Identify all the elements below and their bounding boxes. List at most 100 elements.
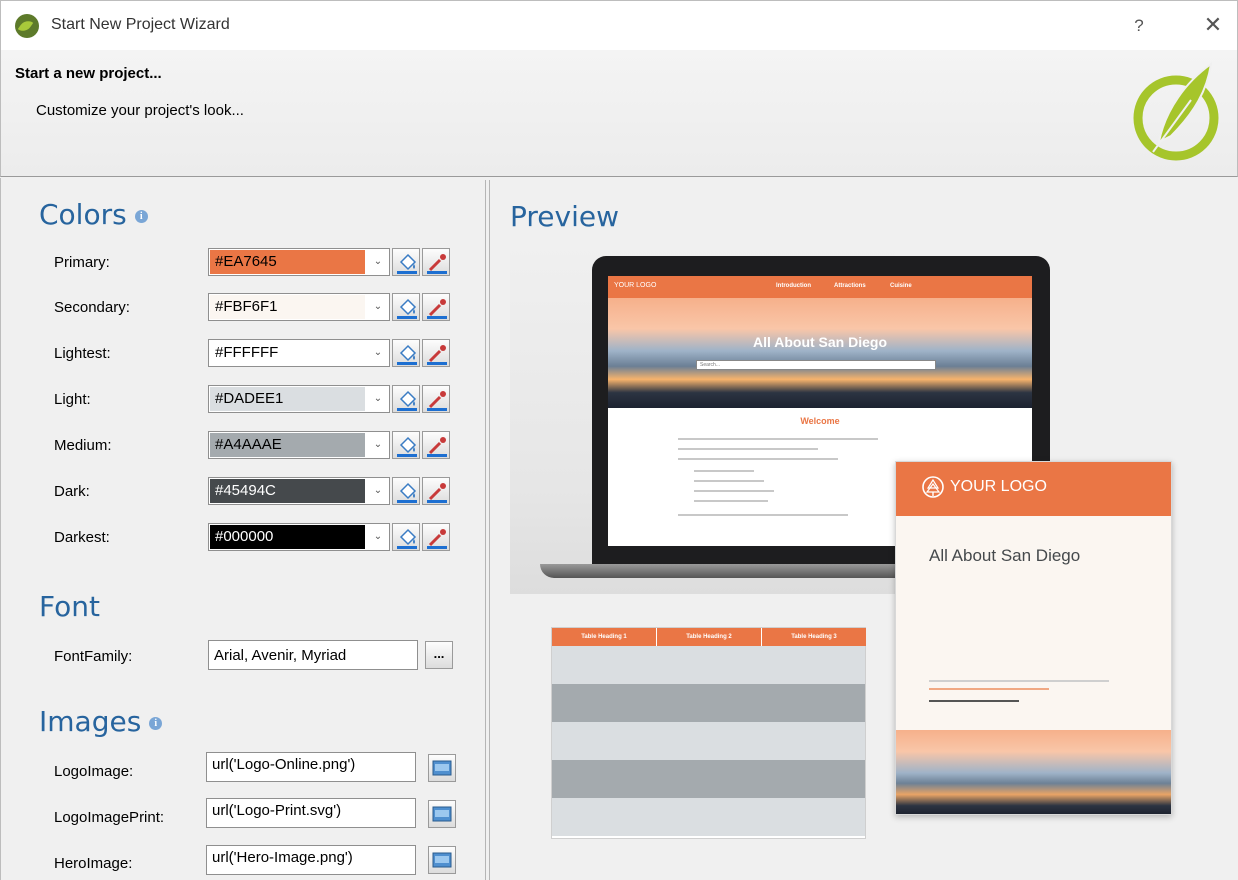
logo-image-print-input[interactable]: url('Logo-Print.svg') — [206, 798, 416, 828]
print-preview: YOUR LOGO All About San Diego — [895, 461, 1172, 815]
preview-nav-bar: YOUR LOGO Introduction Attractions Cuisi… — [608, 276, 1032, 298]
preview-hero-image: All About San Diego Search... — [608, 298, 1032, 408]
print-logo-text: YOUR LOGO — [950, 478, 1047, 496]
close-button[interactable]: ✕ — [1193, 11, 1233, 41]
fill-color-button[interactable] — [392, 293, 420, 321]
image-icon — [432, 806, 452, 822]
color-combobox[interactable]: #45494C ⌄ — [208, 477, 390, 505]
preview-hero-title: All About San Diego — [752, 334, 888, 350]
images-heading-text: Images — [39, 705, 142, 738]
color-label: Lightest: — [54, 345, 111, 362]
fill-color-button[interactable] — [392, 431, 420, 459]
color-value: #45494C — [215, 482, 276, 499]
image-icon — [432, 852, 452, 868]
color-value: #FBF6F1 — [215, 298, 278, 315]
info-icon[interactable]: i — [134, 209, 148, 223]
color-label: Primary: — [54, 254, 110, 271]
eyedropper-icon — [427, 254, 447, 274]
print-header-band: YOUR LOGO — [896, 462, 1171, 516]
color-label: Secondary: — [54, 299, 130, 316]
font-heading: Font — [39, 590, 100, 623]
eyedropper-icon — [427, 345, 447, 365]
eyedropper-icon — [427, 391, 447, 411]
colors-heading-text: Colors — [39, 198, 127, 231]
eyedropper-icon — [427, 529, 447, 549]
color-picker-button[interactable] — [422, 293, 450, 321]
browse-image-button[interactable] — [428, 800, 456, 828]
hero-image-input[interactable]: url('Hero-Image.png') — [206, 845, 416, 875]
color-value: #000000 — [215, 528, 274, 545]
chevron-down-icon[interactable]: ⌄ — [370, 438, 386, 452]
preview-heading: Preview — [510, 200, 619, 233]
color-combobox[interactable]: #FFFFFF ⌄ — [208, 339, 390, 367]
table-row — [552, 722, 865, 760]
font-browse-button[interactable]: ... — [425, 641, 453, 669]
preview-welcome-heading: Welcome — [800, 416, 840, 426]
font-family-label: FontFamily: — [54, 648, 133, 665]
table-heading: Table Heading 3 — [762, 628, 866, 646]
info-icon[interactable]: i — [149, 716, 163, 730]
color-picker-button[interactable] — [422, 477, 450, 505]
color-combobox[interactable]: #DADEE1 ⌄ — [208, 385, 390, 413]
fill-color-button[interactable] — [392, 248, 420, 276]
feather-logo-icon — [1133, 61, 1219, 161]
chevron-down-icon[interactable]: ⌄ — [370, 300, 386, 314]
wizard-header: Start a new project... Customize your pr… — [0, 50, 1238, 177]
preview-logo: YOUR LOGO — [614, 282, 657, 289]
color-label: Darkest: — [54, 529, 110, 546]
eyedropper-icon — [427, 483, 447, 503]
table-preview: Table Heading 1 Table Heading 2 Table He… — [551, 627, 866, 839]
color-label: Light: — [54, 391, 91, 408]
browse-image-button[interactable] — [428, 754, 456, 782]
color-picker-button[interactable] — [422, 248, 450, 276]
logo-image-input[interactable]: url('Logo-Online.png') — [206, 752, 416, 782]
preview-nav-link: Introduction — [776, 283, 811, 289]
chevron-down-icon[interactable]: ⌄ — [370, 392, 386, 406]
print-hero-image — [896, 730, 1171, 814]
fill-color-button[interactable] — [392, 477, 420, 505]
panel-splitter[interactable] — [485, 180, 490, 880]
fill-color-button[interactable] — [392, 385, 420, 413]
settings-panel: Colors i Primary: #EA7645 ⌄ Secondary: #F… — [0, 178, 482, 880]
paint-bucket-icon — [397, 253, 417, 274]
eyedropper-icon — [427, 437, 447, 457]
color-combobox[interactable]: #000000 ⌄ — [208, 523, 390, 551]
fill-color-button[interactable] — [392, 339, 420, 367]
color-picker-button[interactable] — [422, 339, 450, 367]
chevron-down-icon[interactable]: ⌄ — [370, 484, 386, 498]
color-label: Dark: — [54, 483, 90, 500]
images-heading: Images i — [39, 705, 163, 738]
fill-color-button[interactable] — [392, 523, 420, 551]
paint-bucket-icon — [397, 298, 417, 319]
chevron-down-icon[interactable]: ⌄ — [370, 255, 386, 269]
app-leaf-icon — [15, 14, 39, 38]
eyedropper-icon — [427, 299, 447, 319]
paint-bucket-icon — [397, 436, 417, 457]
color-value: #DADEE1 — [215, 390, 284, 407]
help-button[interactable]: ? — [1119, 11, 1159, 41]
color-picker-button[interactable] — [422, 523, 450, 551]
print-title: All About San Diego — [929, 546, 1081, 565]
hero-image-label: HeroImage: — [54, 855, 133, 872]
window-title: Start New Project Wizard — [51, 16, 230, 33]
table-heading: Table Heading 1 — [552, 628, 656, 646]
print-logo: YOUR LOGO — [922, 476, 1047, 498]
preview-search-box: Search... — [696, 360, 936, 370]
color-combobox[interactable]: #A4AAAE ⌄ — [208, 431, 390, 459]
preview-nav-link: Attractions — [834, 283, 866, 289]
color-picker-button[interactable] — [422, 385, 450, 413]
logo-image-print-label: LogoImagePrint: — [54, 809, 165, 826]
logo-image-label: LogoImage: — [54, 763, 134, 780]
chevron-down-icon[interactable]: ⌄ — [370, 346, 386, 360]
online-preview: YOUR LOGO Introduction Attractions Cuisi… — [510, 238, 1050, 594]
color-value: #A4AAAE — [215, 436, 282, 453]
color-picker-button[interactable] — [422, 431, 450, 459]
header-subtitle: Customize your project's look... — [36, 102, 244, 119]
font-family-input[interactable]: Arial, Avenir, Myriad — [208, 640, 418, 670]
preview-nav-link: Cuisine — [890, 283, 912, 289]
color-combobox[interactable]: #FBF6F1 ⌄ — [208, 293, 390, 321]
table-row — [552, 798, 865, 836]
chevron-down-icon[interactable]: ⌄ — [370, 530, 386, 544]
browse-image-button[interactable] — [428, 846, 456, 874]
color-combobox[interactable]: #EA7645 ⌄ — [208, 248, 390, 276]
